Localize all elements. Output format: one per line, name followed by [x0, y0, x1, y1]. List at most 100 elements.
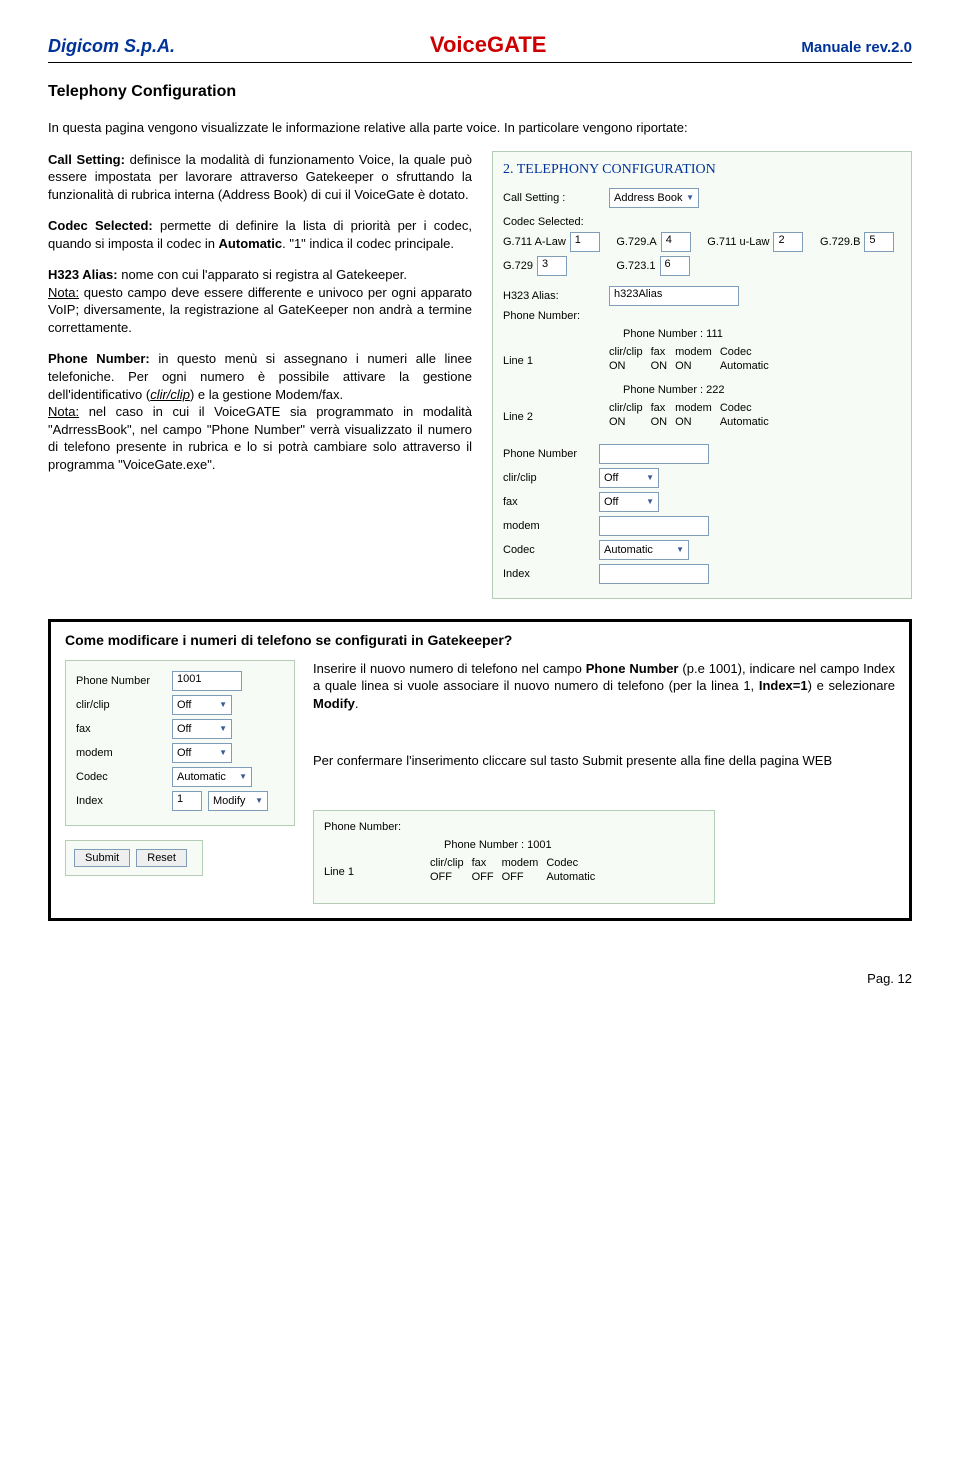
th-modem2: modem	[675, 402, 712, 414]
sm-clir-select[interactable]: Off▼	[172, 695, 232, 715]
bt-th-clir: clir/clip	[430, 857, 464, 869]
sm-index-input[interactable]: 1	[172, 791, 202, 811]
chevron-down-icon: ▼	[646, 497, 654, 506]
bt-phone-label: Phone Number:	[324, 821, 424, 833]
chevron-down-icon: ▼	[686, 193, 694, 202]
sub-fax-select[interactable]: Off▼	[599, 492, 659, 512]
sm-codec-select[interactable]: Automatic▼	[172, 767, 252, 787]
h323-alias-input[interactable]: h323Alias	[609, 286, 739, 306]
chevron-down-icon: ▼	[219, 724, 227, 733]
th-fax: fax	[651, 346, 668, 358]
codec-label: Codec Selected:	[48, 218, 153, 233]
small-config-screenshot: Phone Number1001 clir/clipOff▼ faxOff▼ m…	[65, 660, 295, 826]
line2-modem: ON	[675, 416, 712, 428]
sub-modem-label: modem	[503, 520, 593, 532]
phone-paragraph: Phone Number: in questo menù si assegnan…	[48, 350, 472, 473]
th-fax2: fax	[651, 402, 668, 414]
line1-modem: ON	[675, 360, 712, 372]
bt-line1-table: clir/clip fax modem Codec OFF OFF OFF Au…	[430, 857, 595, 883]
line2-clir: ON	[609, 416, 643, 428]
codec-g711a-input[interactable]: 1	[570, 232, 600, 252]
sm-fax-label: fax	[76, 723, 166, 735]
line2-codec: Automatic	[720, 416, 769, 428]
sm-modify-select[interactable]: Modify▼	[208, 791, 268, 811]
chevron-down-icon: ▼	[646, 473, 654, 482]
page-header: Digicom S.p.A. VoiceGATE Manuale rev.2.0	[48, 32, 912, 58]
sm-phone-input[interactable]: 1001	[172, 671, 242, 691]
h323-label: H323 Alias:	[48, 267, 118, 282]
sub-codec-label: Codec	[503, 544, 593, 556]
codec-g729-label: G.729	[503, 260, 533, 272]
codec-g7231-input[interactable]: 6	[660, 256, 690, 276]
bt-th-codec: Codec	[546, 857, 595, 869]
pn-111: Phone Number : 111	[623, 328, 901, 340]
sm-clir-label: clir/clip	[76, 699, 166, 711]
bt-pn1001: Phone Number : 1001	[444, 839, 704, 851]
bt-codec: Automatic	[546, 871, 595, 883]
callout-title: Come modificare i numeri di telefono se …	[65, 632, 895, 648]
h323-paragraph: H323 Alias: nome con cui l'apparato si r…	[48, 266, 472, 336]
sub-clir-label: clir/clip	[503, 472, 593, 484]
ui-title: 2. TELEPHONY CONFIGURATION	[503, 162, 901, 178]
header-divider	[48, 62, 912, 63]
bt-clir: OFF	[430, 871, 464, 883]
bt-line1-label: Line 1	[324, 866, 424, 878]
chevron-down-icon: ▼	[219, 748, 227, 757]
sm-codec-label: Codec	[76, 771, 166, 783]
phone-clir: clir/clip	[150, 387, 190, 402]
sub-modem-input[interactable]	[599, 516, 709, 536]
line1-codec: Automatic	[720, 360, 769, 372]
phone-nota-label: Nota:	[48, 404, 79, 419]
header-left: Digicom S.p.A.	[48, 36, 175, 57]
pn-222: Phone Number : 222	[623, 384, 901, 396]
sub-index-label: Index	[503, 568, 593, 580]
call-setting-label: Call Setting :	[503, 192, 603, 204]
th-modem: modem	[675, 346, 712, 358]
sub-clir-select[interactable]: Off▼	[599, 468, 659, 488]
submit-button[interactable]: Submit	[74, 849, 130, 867]
chevron-down-icon: ▼	[676, 545, 684, 554]
result-screenshot: Phone Number: Phone Number : 1001 Line 1…	[313, 810, 715, 904]
chevron-down-icon: ▼	[219, 700, 227, 709]
sm-index-label: Index	[76, 795, 166, 807]
callsetting-paragraph: Call Setting: definisce la modalità di f…	[48, 151, 472, 204]
sub-fax-label: fax	[503, 496, 593, 508]
codec-g711u-label: G.711 u-Law	[707, 236, 769, 248]
intro-paragraph: In questa pagina vengono visualizzate le…	[48, 119, 912, 137]
sub-codec-select[interactable]: Automatic▼	[599, 540, 689, 560]
reset-button[interactable]: Reset	[136, 849, 187, 867]
sub-index-input[interactable]	[599, 564, 709, 584]
phone-nota-text: nel caso in cui il VoiceGATE sia program…	[48, 404, 472, 472]
bt-th-modem: modem	[502, 857, 539, 869]
codec-g729-input[interactable]: 3	[537, 256, 567, 276]
call-setting-select[interactable]: Address Book▼	[609, 188, 699, 208]
callsetting-label: Call Setting:	[48, 152, 125, 167]
line2-fax: ON	[651, 416, 668, 428]
phone-number-label: Phone Number:	[503, 310, 603, 322]
page-footer: Pag. 12	[48, 971, 912, 986]
codec-grid: G.711 A-Law1 G.729.A4 G.711 u-Law2 G.729…	[503, 232, 901, 276]
line1-table: clir/clip fax modem Codec ON ON ON Autom…	[609, 346, 769, 372]
codec-automatic: Automatic	[219, 236, 283, 251]
codec-g711a-label: G.711 A-Law	[503, 236, 566, 248]
submit-reset-screenshot: Submit Reset	[65, 840, 203, 876]
sm-modem-select[interactable]: Off▼	[172, 743, 232, 763]
codec-g7231-label: G.723.1	[616, 260, 655, 272]
codec-g729b-input[interactable]: 5	[864, 232, 894, 252]
sm-modem-label: modem	[76, 747, 166, 759]
codec-selected-label: Codec Selected:	[503, 216, 901, 228]
bt-fax: OFF	[472, 871, 494, 883]
codec-g729a-input[interactable]: 4	[661, 232, 691, 252]
codec-tail: . "1" indica il codec principale.	[282, 236, 454, 251]
h323-nota-label: Nota:	[48, 285, 79, 300]
phone-text2: ) e la gestione Modem/fax.	[190, 387, 343, 402]
sm-fax-select[interactable]: Off▼	[172, 719, 232, 739]
header-right: Manuale rev.2.0	[801, 39, 912, 56]
telephony-config-screenshot: 2. TELEPHONY CONFIGURATION Call Setting …	[492, 151, 912, 599]
bt-modem: OFF	[502, 871, 539, 883]
chevron-down-icon: ▼	[255, 796, 263, 805]
codec-g711u-input[interactable]: 2	[773, 232, 803, 252]
page-title: Telephony Configuration	[48, 83, 912, 101]
phone-label: Phone Number:	[48, 351, 150, 366]
sub-phone-input[interactable]	[599, 444, 709, 464]
